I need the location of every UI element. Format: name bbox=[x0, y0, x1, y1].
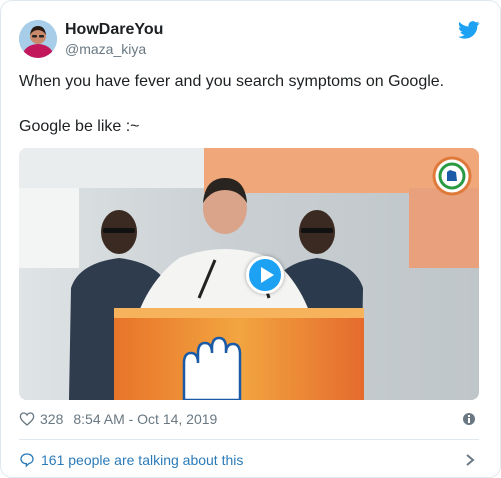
chevron-right-icon bbox=[466, 454, 475, 466]
display-name[interactable]: HowDareYou bbox=[65, 21, 163, 39]
tweet-card: HowDareYou @maza_kiya When you have feve… bbox=[0, 0, 501, 478]
divider bbox=[19, 439, 479, 440]
heart-icon[interactable] bbox=[19, 411, 35, 427]
tweet-text-line-1: When you have fever and you search sympt… bbox=[19, 73, 445, 90]
speech-bubble-icon bbox=[20, 453, 34, 468]
timestamp[interactable]: 8:54 AM - Oct 14, 2019 bbox=[73, 411, 217, 427]
like-count[interactable]: 328 bbox=[40, 411, 63, 427]
avatar[interactable] bbox=[19, 20, 57, 58]
info-icon[interactable] bbox=[461, 411, 477, 427]
tweet-text-line-2: Google be like :~ bbox=[19, 118, 140, 135]
user-handle[interactable]: @maza_kiya bbox=[65, 41, 146, 57]
play-button[interactable] bbox=[246, 256, 284, 294]
video-thumbnail[interactable] bbox=[19, 148, 479, 400]
conversation-text: 161 people are talking about this bbox=[41, 452, 244, 468]
conversation-link[interactable]: 161 people are talking about this bbox=[19, 449, 479, 471]
tweet-footer: 328 8:54 AM - Oct 14, 2019 bbox=[19, 409, 217, 429]
twitter-bird-icon[interactable] bbox=[458, 21, 480, 39]
